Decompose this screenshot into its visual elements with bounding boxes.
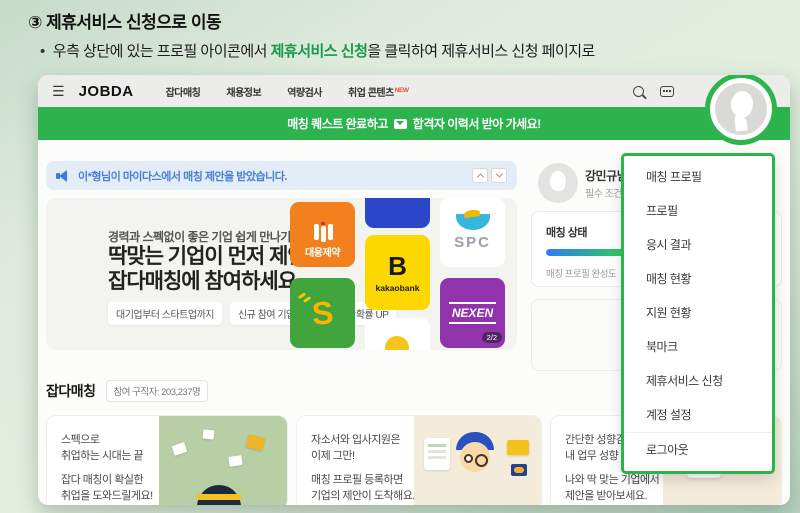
menu-item-logout[interactable]: 로그아웃 xyxy=(624,433,772,467)
nav-item-jobs[interactable]: 채용정보 xyxy=(226,84,261,99)
spc-label: SPC xyxy=(454,234,491,251)
menu-item-application-status[interactable]: 지원 현황 xyxy=(624,296,772,330)
annotation-block: ③ 제휴서비스 신청으로 이동 • 우측 상단에 있는 프로필 아이콘에서 제휴서… xyxy=(28,8,788,61)
hamburger-menu-icon[interactable]: ☰ xyxy=(52,83,65,100)
logo-tile-nexen: NEXEN 2/2 xyxy=(440,278,505,348)
kakaobank-b-icon: B xyxy=(388,253,407,279)
logo-tile-spc: SPC xyxy=(440,198,505,267)
quest-text-after: 합격자 이력서 받아 가세요! xyxy=(413,115,541,132)
hero-eyebrow: 경력과 스펙없이 좋은 기업 쉽게 만나기! xyxy=(108,228,294,245)
nexen-label: NEXEN xyxy=(449,302,496,324)
jobda-screenshot: ☰ JOBDA 잡다매칭 채용정보 역량검사 취업 콘텐츠NEW 매칭 퀘스트 … xyxy=(38,75,790,505)
notice-bar: 이*형님이 마이다스에서 매칭 제안을 받았습니다. xyxy=(46,161,517,190)
carousel-page-badge: 2/2 xyxy=(482,332,502,343)
promo-card-1-text: 스펙으로 취업하는 시대는 끝 잡다 매칭이 확실한 취업을 도와드릴게요! xyxy=(61,432,153,504)
spc-swoosh-icon xyxy=(456,214,490,230)
app-header: ☰ JOBDA 잡다매칭 채용정보 역량검사 취업 콘텐츠NEW xyxy=(38,75,790,107)
annotation-instruction: • 우측 상단에 있는 프로필 아이콘에서 제휴서비스 신청을 클릭하여 제휴서비… xyxy=(28,40,788,61)
profile-dropdown-menu: 매칭 프로필 프로필 응시 결과 매칭 현황 지원 현황 북마크 제휴서비스 신… xyxy=(621,153,775,474)
promo-card-2[interactable]: 자소서와 입사지원은 이제 그만! 매칭 프로필 등록하면 기업의 제안이 도착… xyxy=(296,415,542,505)
logo-tile-partial xyxy=(365,318,430,350)
notice-prev-button[interactable] xyxy=(472,168,488,183)
quest-banner[interactable]: 매칭 퀘스트 완료하고 합격자 이력서 받아 가세요! xyxy=(38,107,790,140)
participants-badge: 참여 구직자: 203,237명 xyxy=(106,380,209,402)
logo-tile-kakaobank: B kakaobank xyxy=(365,235,430,310)
nav-item-competency-test[interactable]: 역량검사 xyxy=(287,84,322,99)
menu-item-test-results[interactable]: 응시 결과 xyxy=(624,228,772,262)
profile-avatar[interactable] xyxy=(538,163,578,203)
menu-item-partner-service[interactable]: 제휴서비스 신청 xyxy=(624,364,772,398)
profile-highlight-ring xyxy=(705,75,777,145)
hero-tag-1: 대기업부터 스타트업까지 xyxy=(108,302,222,325)
header-profile-avatar[interactable] xyxy=(715,83,767,135)
notice-text: 이*형님이 마이다스에서 매칭 제안을 받았습니다. xyxy=(78,168,287,184)
new-badge: NEW xyxy=(395,87,409,94)
instruction-prefix: 우측 상단에 있는 프로필 아이콘에서 xyxy=(53,43,271,60)
match-progress-fill xyxy=(546,249,628,256)
promo-card-2-text: 자소서와 입사지원은 이제 그만! 매칭 프로필 등록하면 기업의 제안이 도착… xyxy=(311,432,415,504)
promo-card-2-illustration xyxy=(414,416,541,505)
notice-stepper xyxy=(472,168,507,183)
logo-tile-green-s: S xyxy=(290,278,355,348)
promo-card-1-illustration xyxy=(159,416,287,505)
megaphone-icon xyxy=(56,170,70,182)
menu-item-bookmark[interactable]: 북마크 xyxy=(624,330,772,364)
quest-text-before: 매칭 퀘스트 완료하고 xyxy=(287,115,388,132)
bullet: • xyxy=(40,43,45,60)
jobda-logo[interactable]: JOBDA xyxy=(79,83,134,100)
notice-next-button[interactable] xyxy=(491,168,507,183)
menu-item-matching-profile[interactable]: 매칭 프로필 xyxy=(624,160,772,194)
chevron-up-icon xyxy=(476,173,483,180)
instruction-suffix: 을 클릭하여 제휴서비스 신청 페이지로 xyxy=(367,43,594,60)
nav-item-content[interactable]: 취업 콘텐츠NEW xyxy=(348,84,408,99)
chevron-down-icon xyxy=(495,171,502,178)
chat-icon[interactable] xyxy=(660,86,674,97)
section-title: 잡다매칭 xyxy=(46,381,96,401)
logo-tile-blue xyxy=(365,198,430,228)
logo-tile-daewoong: 대웅제약 xyxy=(290,202,355,267)
search-icon[interactable] xyxy=(633,86,644,97)
mail-icon xyxy=(394,119,407,129)
annotation-step-title: ③ 제휴서비스 신청으로 이동 xyxy=(28,8,788,33)
completeness-label: 매칭 프로필 완성도 xyxy=(546,266,616,280)
matching-section-header: 잡다매칭 참여 구직자: 203,237명 xyxy=(46,380,208,402)
main-nav: 잡다매칭 채용정보 역량검사 취업 콘텐츠NEW xyxy=(166,84,409,99)
daewoong-label: 대웅제약 xyxy=(305,244,340,259)
menu-item-profile[interactable]: 프로필 xyxy=(624,194,772,228)
menu-item-account-settings[interactable]: 계정 설정 xyxy=(624,398,772,432)
daewoong-mark-icon xyxy=(312,224,334,240)
hero-banner[interactable]: 경력과 스펙없이 좋은 기업 쉽게 만나기! 딱맞는 기업이 먼저 제안하는 잡… xyxy=(46,198,517,350)
s-letter-icon: S xyxy=(311,294,335,332)
instruction-highlight: 제휴서비스 신청 xyxy=(271,43,368,60)
nav-item-matching[interactable]: 잡다매칭 xyxy=(166,84,201,99)
menu-item-matching-status[interactable]: 매칭 현황 xyxy=(624,262,772,296)
promo-card-1[interactable]: 스펙으로 취업하는 시대는 끝 잡다 매칭이 확실한 취업을 도와드릴게요! xyxy=(46,415,288,505)
kakaobank-label: kakaobank xyxy=(376,283,420,293)
